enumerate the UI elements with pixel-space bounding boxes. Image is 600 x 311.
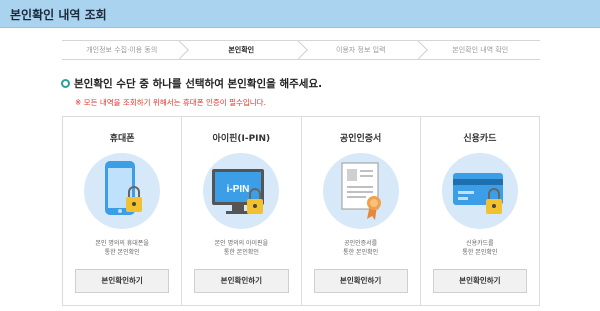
step-verify: 본인확인 bbox=[182, 40, 308, 60]
card-title: 신용카드 bbox=[463, 134, 497, 144]
verification-options: 휴대폰 본인 명의의 휴대폰을 통한 본인확인 본인확인하기 아이핀(I-PIN… bbox=[62, 116, 540, 306]
credit-card-lock-icon bbox=[441, 153, 518, 229]
notice-text: ※ 모든 내역을 조회하기 위해서는 휴대폰 인증이 필수입니다. bbox=[75, 98, 266, 107]
desc-line: 본인 명의의 휴대폰을 bbox=[95, 240, 149, 247]
card-certificate: 공인인증서 공인인증서를 통한 본인확인 본인확인하기 bbox=[302, 117, 421, 305]
page-title: 본인확인 내역 조회 bbox=[10, 8, 107, 22]
desc-line: 신용카드를 bbox=[466, 240, 494, 247]
card-description: 신용카드를 통한 본인확인 bbox=[421, 239, 539, 257]
desc-line: 통한 본인확인 bbox=[462, 249, 498, 256]
heading-text: 본인확인 수단 중 하나를 선택하여 본인확인을 해주세요. bbox=[74, 78, 323, 90]
step-user-info: 이용자 정보 입력 bbox=[301, 40, 428, 60]
ipin-monitor-lock-icon: i-PIN bbox=[203, 153, 280, 229]
card-title: 휴대폰 bbox=[109, 134, 135, 144]
card-title: 공인인증서 bbox=[339, 134, 382, 144]
card-ipin: 아이핀(I-PIN) i-PIN 본인 명의의 아이핀을 통한 본인확인 본인확… bbox=[182, 117, 302, 305]
verify-ipin-button[interactable]: 본인확인하기 bbox=[194, 269, 289, 293]
step-label: 이용자 정보 입력 bbox=[335, 46, 386, 54]
desc-line: 통한 본인확인 bbox=[104, 249, 140, 256]
card-credit-card: 신용카드 신용카드를 통한 본인확인 본인확인하기 bbox=[421, 117, 539, 305]
step-label: 개인정보 수집·이용 동의 bbox=[86, 46, 158, 54]
section-heading: 본인확인 수단 중 하나를 선택하여 본인확인을 해주세요. bbox=[61, 76, 322, 91]
bullet-circle-icon bbox=[61, 79, 70, 88]
card-description: 본인 명의의 아이핀을 통한 본인확인 bbox=[182, 239, 300, 257]
desc-line: 본인 명의의 아이핀을 bbox=[214, 240, 269, 247]
verify-certificate-button[interactable]: 본인확인하기 bbox=[313, 269, 408, 293]
card-phone: 휴대폰 본인 명의의 휴대폰을 통한 본인확인 본인확인하기 bbox=[63, 117, 183, 305]
progress-steps: 개인정보 수집·이용 동의 본인확인 이용자 정보 입력 본인확인 내역 확인 bbox=[62, 40, 540, 60]
desc-line: 통한 본인확인 bbox=[223, 249, 259, 256]
ipin-text: i-PIN bbox=[227, 184, 250, 195]
verify-credit-card-button[interactable]: 본인확인하기 bbox=[432, 269, 527, 293]
phone-lock-icon bbox=[84, 153, 161, 229]
certificate-icon bbox=[322, 153, 399, 229]
desc-line: 통한 본인확인 bbox=[343, 249, 379, 256]
step-consent: 개인정보 수집·이용 동의 bbox=[62, 40, 189, 60]
card-description: 본인 명의의 휴대폰을 통한 본인확인 bbox=[63, 239, 181, 257]
step-history: 본인확인 내역 확인 bbox=[421, 41, 541, 59]
card-description: 공인인증서를 통한 본인확인 bbox=[302, 239, 420, 257]
step-label: 본인확인 bbox=[228, 46, 255, 54]
card-title: 아이핀(I-PIN) bbox=[212, 134, 271, 144]
title-bar: 본인확인 내역 조회 bbox=[0, 0, 600, 28]
desc-line: 공인인증서를 bbox=[344, 240, 378, 247]
step-label: 본인확인 내역 확인 bbox=[452, 46, 509, 54]
verify-phone-button[interactable]: 본인확인하기 bbox=[75, 269, 170, 293]
